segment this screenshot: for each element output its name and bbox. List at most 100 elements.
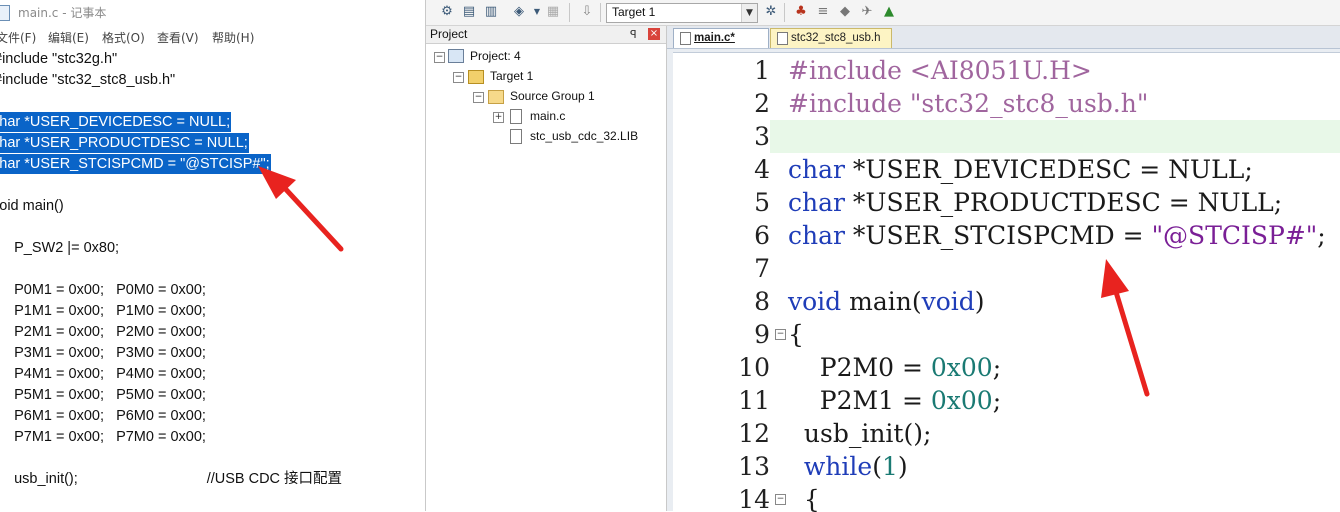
tree-item-lib[interactable]: stc_usb_cdc_32.LIB bbox=[530, 126, 638, 146]
expand-icon[interactable]: + bbox=[493, 112, 504, 123]
build-icon[interactable]: ⚙ bbox=[438, 3, 456, 21]
code-text: P2M1 = 0x00; bbox=[788, 384, 1001, 417]
code-token: char bbox=[788, 221, 845, 250]
code-line[interactable]: 13 while(1) bbox=[673, 450, 1340, 483]
pin-icon[interactable]: ꟼ bbox=[630, 28, 637, 41]
pack-installer-icon[interactable]: ✈ bbox=[858, 3, 876, 21]
code-text: { bbox=[788, 483, 820, 512]
code-line[interactable]: 1 #include <AI8051U.H> bbox=[673, 54, 1340, 87]
code-token: P2M1 = bbox=[788, 386, 931, 415]
menu-help[interactable]: 帮助(H) bbox=[212, 29, 254, 46]
code-token: *USER_STCISPCMD = bbox=[844, 221, 1152, 250]
collapse-icon[interactable]: − bbox=[434, 52, 445, 63]
code-token: char bbox=[788, 155, 845, 184]
code-editor[interactable]: 1 #include <AI8051U.H> 2 #include "stc32_st… bbox=[673, 52, 1340, 512]
notepad-line-selected: char *USER_PRODUCTDESC = NULL; bbox=[0, 133, 249, 153]
target-select-value: Target 1 bbox=[612, 5, 656, 19]
tab-stc32-stc8-usb-h[interactable]: stc32_stc8_usb.h bbox=[770, 28, 892, 48]
code-text: while(1) bbox=[788, 450, 908, 483]
code-token: ; bbox=[1317, 221, 1326, 250]
line-number: 13 bbox=[738, 452, 770, 481]
toolbar-separator bbox=[600, 3, 601, 22]
code-token: void bbox=[788, 287, 842, 316]
code-line[interactable]: 14− { bbox=[673, 483, 1340, 512]
code-token: 0x00 bbox=[930, 353, 993, 382]
collapse-icon[interactable]: − bbox=[473, 92, 484, 103]
notepad-line: usb_init(); //USB CDC 接口配置 bbox=[0, 471, 343, 487]
code-line[interactable]: 12 usb_init(); bbox=[673, 417, 1340, 450]
notepad-text-area[interactable]: #include "stc32g.h" #include "stc32_stc8… bbox=[0, 48, 425, 511]
menu-file[interactable]: 文件(F) bbox=[0, 29, 36, 46]
chevron-down-icon[interactable]: ▼ bbox=[741, 4, 757, 22]
fold-toggle-icon[interactable]: − bbox=[775, 329, 786, 340]
download-icon[interactable]: ⇩ bbox=[578, 3, 596, 21]
code-token: *USER_DEVICEDESC = NULL; bbox=[844, 155, 1253, 184]
menu-view[interactable]: 查看(V) bbox=[157, 29, 199, 46]
code-text: #include "stc32_stc8_usb.h" bbox=[788, 87, 1148, 120]
code-line[interactable]: 8 void main(void) bbox=[673, 285, 1340, 318]
collapse-icon[interactable]: − bbox=[453, 72, 464, 83]
code-line[interactable]: 3 bbox=[673, 120, 1340, 153]
lib-file-icon bbox=[510, 129, 522, 144]
line-number: 5 bbox=[754, 188, 770, 217]
code-token: ; bbox=[992, 386, 1002, 415]
batch-build-icon[interactable]: ◈ bbox=[510, 3, 528, 21]
file-extensions-icon[interactable]: ♣ bbox=[792, 3, 810, 21]
fold-toggle-icon[interactable]: − bbox=[775, 494, 786, 505]
line-number: 12 bbox=[738, 419, 770, 448]
project-panel-header: Project ꟼ × bbox=[426, 26, 666, 44]
manage-run-time-icon[interactable]: ▲ bbox=[880, 3, 898, 21]
stop-build-icon[interactable]: ▦ bbox=[544, 3, 562, 21]
code-line[interactable]: 10 P2M0 = 0x00; bbox=[673, 351, 1340, 384]
code-text: char *USER_DEVICEDESC = NULL; bbox=[788, 153, 1253, 186]
tab-main-c[interactable]: main.c* bbox=[673, 28, 769, 48]
rebuild-icon[interactable]: ▥ bbox=[482, 3, 500, 21]
tree-item-source-group[interactable]: Source Group 1 bbox=[510, 86, 595, 106]
code-token: P2M0 = bbox=[788, 353, 931, 382]
code-text: char *USER_PRODUCTDESC = NULL; bbox=[788, 186, 1282, 219]
target-icon bbox=[468, 70, 484, 84]
translate-icon[interactable]: ▤ bbox=[460, 3, 478, 21]
code-token: ( bbox=[872, 452, 882, 481]
tree-item-target[interactable]: Target 1 bbox=[490, 66, 533, 86]
code-text: usb_init(); bbox=[788, 417, 932, 450]
target-select[interactable]: Target 1 ▼ bbox=[606, 3, 758, 23]
target-options-icon[interactable]: ✲ bbox=[762, 3, 780, 21]
notepad-line: P5M1 = 0x00; P5M0 = 0x00; bbox=[0, 387, 206, 403]
code-token: #include <AI8051U.H> bbox=[788, 56, 1092, 85]
line-number: 11 bbox=[738, 386, 770, 415]
code-line[interactable]: 2 #include "stc32_stc8_usb.h" bbox=[673, 87, 1340, 120]
code-token: ; bbox=[992, 353, 1002, 382]
code-line[interactable]: 6 char *USER_STCISPCMD = "@STCISP#"; bbox=[673, 219, 1340, 252]
line-number: 8 bbox=[754, 287, 770, 316]
code-token: "@STCISP#" bbox=[1151, 221, 1318, 250]
code-line[interactable]: 5 char *USER_PRODUCTDESC = NULL; bbox=[673, 186, 1340, 219]
notepad-titlebar: main.c - 记事本 bbox=[0, 0, 425, 26]
notepad-line: void main() bbox=[0, 198, 64, 214]
tab-label: main.c* bbox=[694, 32, 735, 44]
manage-components-icon[interactable]: ≡ bbox=[814, 3, 832, 21]
project-icon bbox=[448, 49, 464, 63]
code-line[interactable]: 4 char *USER_DEVICEDESC = NULL; bbox=[673, 153, 1340, 186]
select-packs-icon[interactable]: ◆ bbox=[836, 3, 854, 21]
code-line[interactable]: 7 bbox=[673, 252, 1340, 285]
notepad-line: P_SW2 |= 0x80; bbox=[0, 240, 120, 256]
code-line[interactable]: 11 P2M1 = 0x00; bbox=[673, 384, 1340, 417]
code-token: while bbox=[788, 452, 873, 481]
code-token: { bbox=[788, 485, 820, 512]
close-icon[interactable]: × bbox=[648, 28, 660, 40]
notepad-window: main.c - 记事本 文件(F) 编辑(E) 格式(O) 查看(V) 帮助(… bbox=[0, 0, 425, 511]
code-token: *USER_PRODUCTDESC = NULL; bbox=[844, 188, 1283, 217]
code-line[interactable]: 9−{ bbox=[673, 318, 1340, 351]
notepad-line-selected: char *USER_DEVICEDESC = NULL; bbox=[0, 112, 232, 132]
line-number: 9 bbox=[754, 320, 770, 349]
menu-edit[interactable]: 编辑(E) bbox=[48, 29, 89, 46]
c-file-icon bbox=[510, 109, 522, 124]
menu-format[interactable]: 格式(O) bbox=[102, 29, 145, 46]
tree-item-main-c[interactable]: main.c bbox=[530, 106, 565, 126]
code-token: usb_init(); bbox=[788, 419, 932, 448]
toolbar-separator bbox=[784, 3, 785, 22]
tab-label: stc32_stc8_usb.h bbox=[791, 32, 881, 44]
tree-item-project[interactable]: Project: 4 bbox=[470, 46, 521, 66]
code-text: { bbox=[788, 318, 804, 351]
